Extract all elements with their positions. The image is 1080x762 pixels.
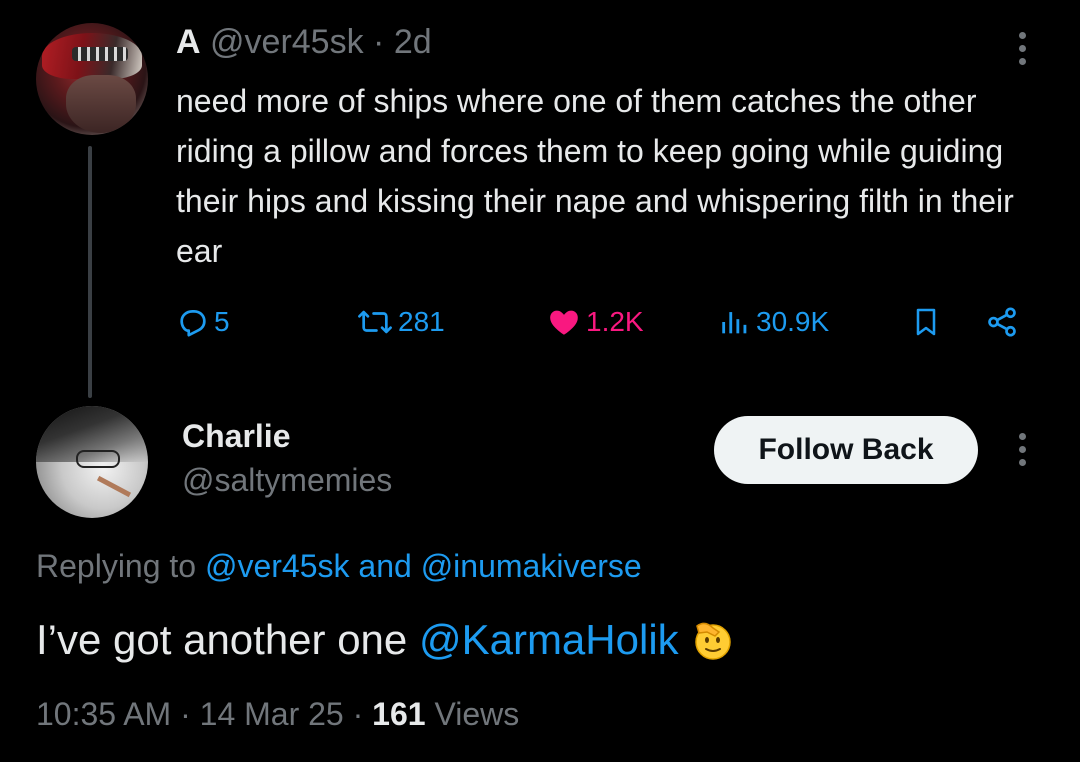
header-separator: · [373,23,385,61]
reply-display-name[interactable]: Charlie [182,418,290,455]
bookmark-button[interactable] [910,300,942,344]
views-count: 30.9K [756,306,830,337]
thread-connector-line [88,146,92,398]
retweet-icon [358,310,392,334]
avatar-cigarette [96,475,132,498]
replying-mention-1[interactable]: @ver45sk [205,548,350,584]
meta-separator: · [352,696,364,732]
reply-views-label: Views [434,696,520,732]
more-icon[interactable] [1019,433,1026,466]
reply-meta-line: 10:35 AM · 14 Mar 25 · 161 Views [36,696,519,733]
reply-date[interactable]: 14 Mar 25 [200,696,344,732]
reply-tweet-text: I’ve got another one @KarmaHolik [36,616,735,664]
reply-mention[interactable]: @KarmaHolik [419,616,679,664]
views-icon [722,312,747,334]
parent-tweet-text: need more of ships where one of them cat… [176,83,1014,269]
reply-views-count: 161 [372,696,426,732]
bookmark-icon [916,308,936,336]
share-button[interactable] [984,300,1020,344]
avatar-reply-author[interactable] [36,406,148,518]
meta-separator: · [180,696,191,732]
parent-handle[interactable]: @ver45sk [210,23,364,61]
follow-back-button[interactable]: Follow Back [714,416,978,484]
parent-tweet-age[interactable]: 2d [394,23,432,61]
more-icon[interactable] [1019,32,1026,65]
parent-tweet-header: A @ver45sk · 2d [176,22,432,62]
reply-time[interactable]: 10:35 AM [36,696,171,732]
retweet-button[interactable]: 281 [356,300,445,344]
views-button[interactable]: 30.9K [718,300,829,344]
avatar-accessory [72,47,128,61]
heart-icon [550,310,578,335]
replying-and: and [358,548,412,584]
reply-icon [180,310,206,337]
share-icon [988,307,1016,337]
saluting-face-emoji [691,618,735,662]
replying-prefix: Replying to [36,548,197,584]
reply-button[interactable]: 5 [176,300,230,344]
avatar-glasses [76,450,120,468]
avatar-parent-author[interactable] [36,23,148,135]
reply-text: I’ve got another one [36,616,408,663]
retweet-count: 281 [398,306,445,337]
replying-to-line: Replying to @ver45sk and @inumakiverse [36,548,642,585]
parent-display-name[interactable]: A [176,23,201,61]
reply-count: 5 [214,306,230,337]
like-button[interactable]: 1.2K [546,300,644,344]
like-count: 1.2K [586,306,644,337]
avatar-face [66,75,136,133]
replying-mention-2[interactable]: @inumakiverse [421,548,642,584]
reply-handle[interactable]: @saltymemies [182,462,392,499]
